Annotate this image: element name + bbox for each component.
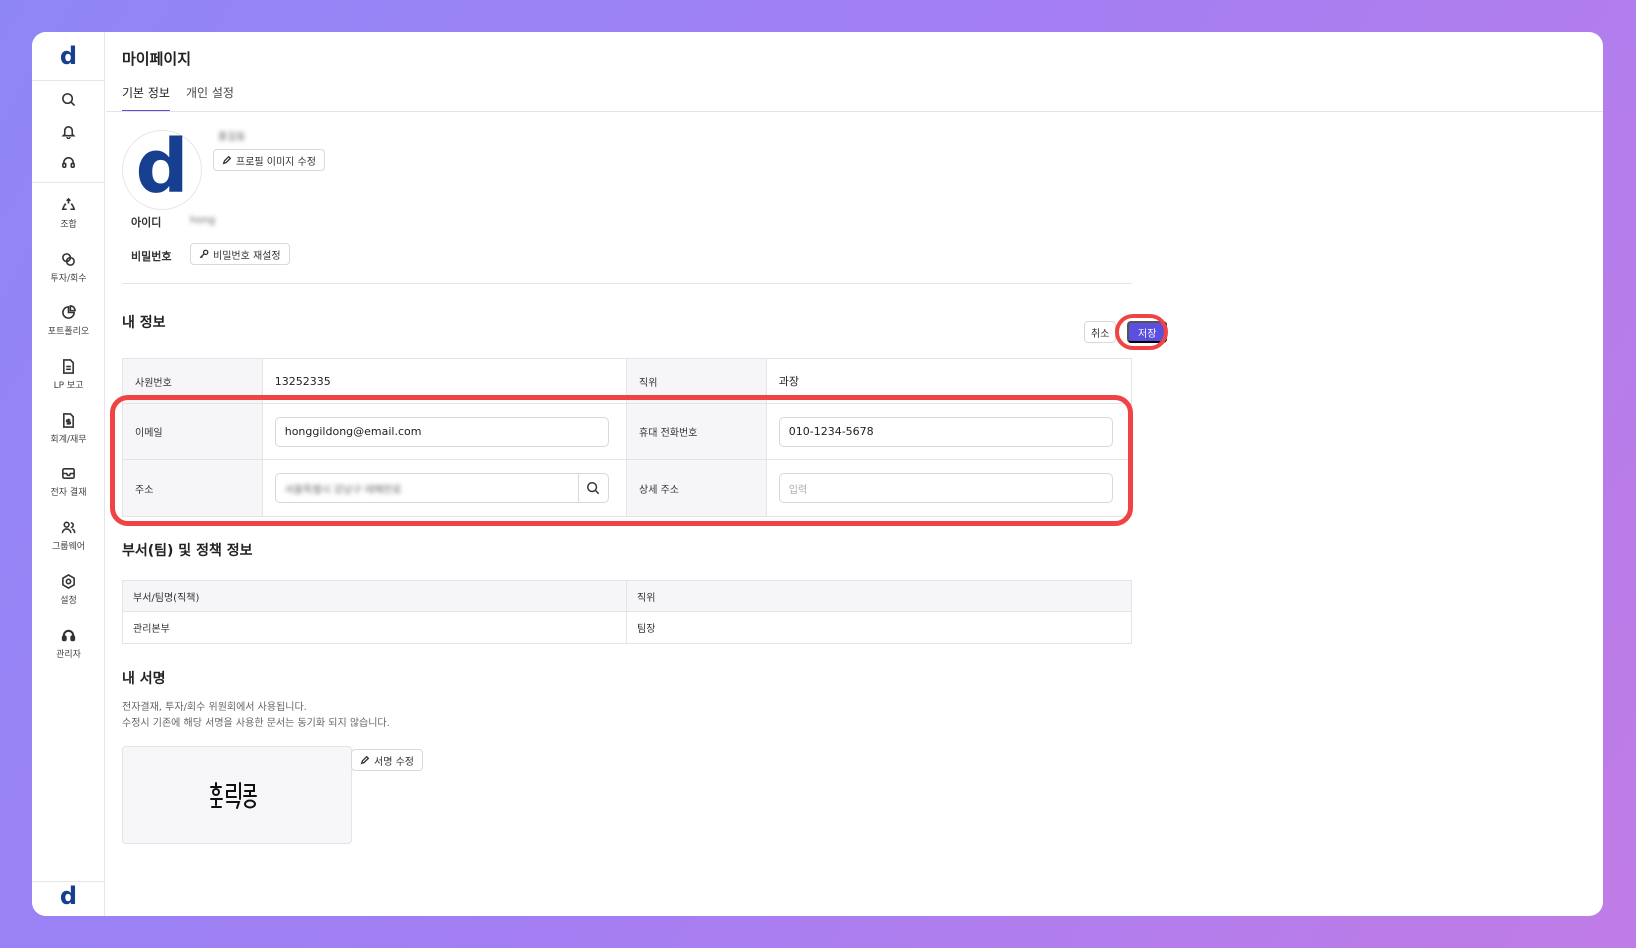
signature-desc-1: 전자결재, 투자/회수 위원회에서 사용됩니다. xyxy=(122,702,307,713)
sidebar-item-fund[interactable]: 조합 xyxy=(32,198,105,230)
id-value: hong xyxy=(190,215,216,226)
sidebar-divider xyxy=(32,182,105,183)
pencil-icon xyxy=(222,155,232,165)
app-window: d 조합 투자/회수 포트폴리오 LP 보고 회계/재무 전자 결재 그룹웨어 … xyxy=(32,32,1603,916)
edit-signature-label: 서명 수정 xyxy=(374,756,414,768)
tabs-divider xyxy=(106,111,1603,112)
pie-chart-icon xyxy=(62,305,76,319)
email-cell: honggildong@email.com xyxy=(263,404,627,459)
my-info-title: 내 정보 xyxy=(122,315,166,331)
sidebar-item-label: 설정 xyxy=(60,596,77,606)
dept-position-header: 직위 xyxy=(637,592,656,604)
position-label: 직위 xyxy=(627,359,767,403)
sidebar-item-label: 전자 결재 xyxy=(50,488,87,498)
table-row: 이메일 honggildong@email.com 휴대 전화번호 010-12… xyxy=(123,404,1131,460)
headset-icon[interactable] xyxy=(32,155,105,174)
dept-position-value: 팀장 xyxy=(637,624,656,635)
password-label: 비밀번호 xyxy=(131,250,172,263)
edit-signature-button[interactable]: 서명 수정 xyxy=(351,749,423,771)
section-divider xyxy=(122,283,1132,284)
document-icon xyxy=(63,359,74,374)
sidebar-item-admin[interactable]: 관리자 xyxy=(32,628,105,660)
detail-address-label: 상세 주소 xyxy=(627,460,767,516)
address-value: 서울특별시 강남구 테헤란로 xyxy=(284,484,402,496)
page-title: 마이페이지 xyxy=(122,50,192,68)
sidebar-item-groupware[interactable]: 그룹웨어 xyxy=(32,520,105,552)
employee-no-value: 13252335 xyxy=(263,359,627,403)
pencil-icon xyxy=(360,755,370,765)
username: 홍길동 xyxy=(218,132,246,143)
cancel-button[interactable]: 취소 xyxy=(1084,321,1117,343)
reset-password-button[interactable]: 비밀번호 재설정 xyxy=(190,243,290,265)
dept-table: 부서/팀명(직책) 직위 관리본부 팀장 xyxy=(122,580,1132,644)
tab-personal-settings[interactable]: 개인 설정 xyxy=(186,84,234,112)
address-field[interactable]: 서울특별시 강남구 테헤란로 xyxy=(274,473,609,503)
tab-basic-info[interactable]: 기본 정보 xyxy=(122,84,170,112)
search-icon[interactable] xyxy=(32,92,105,111)
sidebar-item-label: 포트폴리오 xyxy=(47,327,90,337)
position-value: 과장 xyxy=(778,375,799,388)
sidebar-divider xyxy=(32,80,105,81)
dept-value: 관리본부 xyxy=(123,612,627,643)
signature-title: 내 서명 xyxy=(122,671,166,687)
sidebar-item-label: 그룹웨어 xyxy=(51,542,86,552)
id-label: 아이디 xyxy=(131,216,162,229)
reset-password-label: 비밀번호 재설정 xyxy=(213,250,281,262)
phone-field[interactable]: 010-1234-5678 xyxy=(778,416,1113,447)
key-icon xyxy=(199,249,209,259)
detail-address-field[interactable]: 입력 xyxy=(778,473,1113,503)
mail-icon xyxy=(62,468,75,479)
tab-bar: 기본 정보 개인 설정 xyxy=(122,84,234,112)
my-info-table: 사원번호 13252335 직위 과장 이메일 honggildong@emai… xyxy=(122,358,1132,517)
sidebar-item-investment[interactable]: 투자/회수 xyxy=(32,252,105,284)
edit-profile-image-label: 프로필 이미지 수정 xyxy=(236,156,316,168)
avatar: d xyxy=(122,130,202,210)
employee-no-label: 사원번호 xyxy=(123,359,263,403)
sidebar-item-accounting[interactable]: 회계/재무 xyxy=(32,413,105,445)
finance-doc-icon xyxy=(63,413,74,428)
address-search-button[interactable] xyxy=(577,474,608,502)
table-row: 주소 서울특별시 강남구 테헤란로 상세 주소 입력 xyxy=(123,460,1131,516)
recycle-icon xyxy=(61,198,76,211)
signature-desc-2: 수정시 기존에 해당 서명을 사용한 문서는 동기화 되지 않습니다. xyxy=(122,718,390,729)
email-field[interactable]: honggildong@email.com xyxy=(274,416,609,447)
address-cell: 서울특별시 강남구 테헤란로 xyxy=(263,460,627,516)
signature-image xyxy=(122,746,352,844)
avatar-letter: d xyxy=(135,124,189,210)
sidebar-item-label: 회계/재무 xyxy=(50,435,87,445)
sidebar-item-approval[interactable]: 전자 결재 xyxy=(32,466,105,498)
edit-profile-image-button[interactable]: 프로필 이미지 수정 xyxy=(213,149,325,171)
main-content: 마이페이지 기본 정보 개인 설정 d 홍길동 프로필 이미지 수정 아이디 h… xyxy=(106,32,1603,916)
dept-header: 부서/팀명(직책) xyxy=(123,581,627,611)
bell-icon[interactable] xyxy=(32,124,105,143)
sidebar-item-label: 조합 xyxy=(60,220,77,230)
table-row: 사원번호 13252335 직위 과장 xyxy=(123,359,1131,404)
table-row: 관리본부 팀장 xyxy=(123,612,1131,643)
phone-label: 휴대 전화번호 xyxy=(627,404,767,459)
phone-cell: 010-1234-5678 xyxy=(767,404,1131,459)
gear-icon xyxy=(62,574,75,589)
email-label: 이메일 xyxy=(123,404,263,459)
sidebar-item-label: 관리자 xyxy=(56,650,81,660)
signature-drawing xyxy=(210,782,257,809)
save-button[interactable]: 저장 xyxy=(1127,321,1168,343)
users-icon xyxy=(61,521,76,534)
detail-address-cell: 입력 xyxy=(767,460,1131,516)
exchange-icon xyxy=(62,253,75,266)
app-logo[interactable]: d xyxy=(32,42,105,70)
table-header-row: 부서/팀명(직책) 직위 xyxy=(123,581,1131,612)
sidebar-item-label: LP 보고 xyxy=(53,381,84,391)
bottom-logo: d xyxy=(59,882,78,910)
sidebar-item-settings[interactable]: 설정 xyxy=(32,574,105,606)
sidebar-item-lp-report[interactable]: LP 보고 xyxy=(32,359,105,391)
admin-headset-icon xyxy=(61,629,76,642)
search-icon xyxy=(587,482,600,495)
sidebar: d 조합 투자/회수 포트폴리오 LP 보고 회계/재무 전자 결재 그룹웨어 … xyxy=(32,32,105,916)
dept-info-title: 부서(팀) 및 정책 정보 xyxy=(122,543,253,559)
address-label: 주소 xyxy=(123,460,263,516)
sidebar-item-portfolio[interactable]: 포트폴리오 xyxy=(32,305,105,337)
sidebar-item-label: 투자/회수 xyxy=(50,274,87,284)
